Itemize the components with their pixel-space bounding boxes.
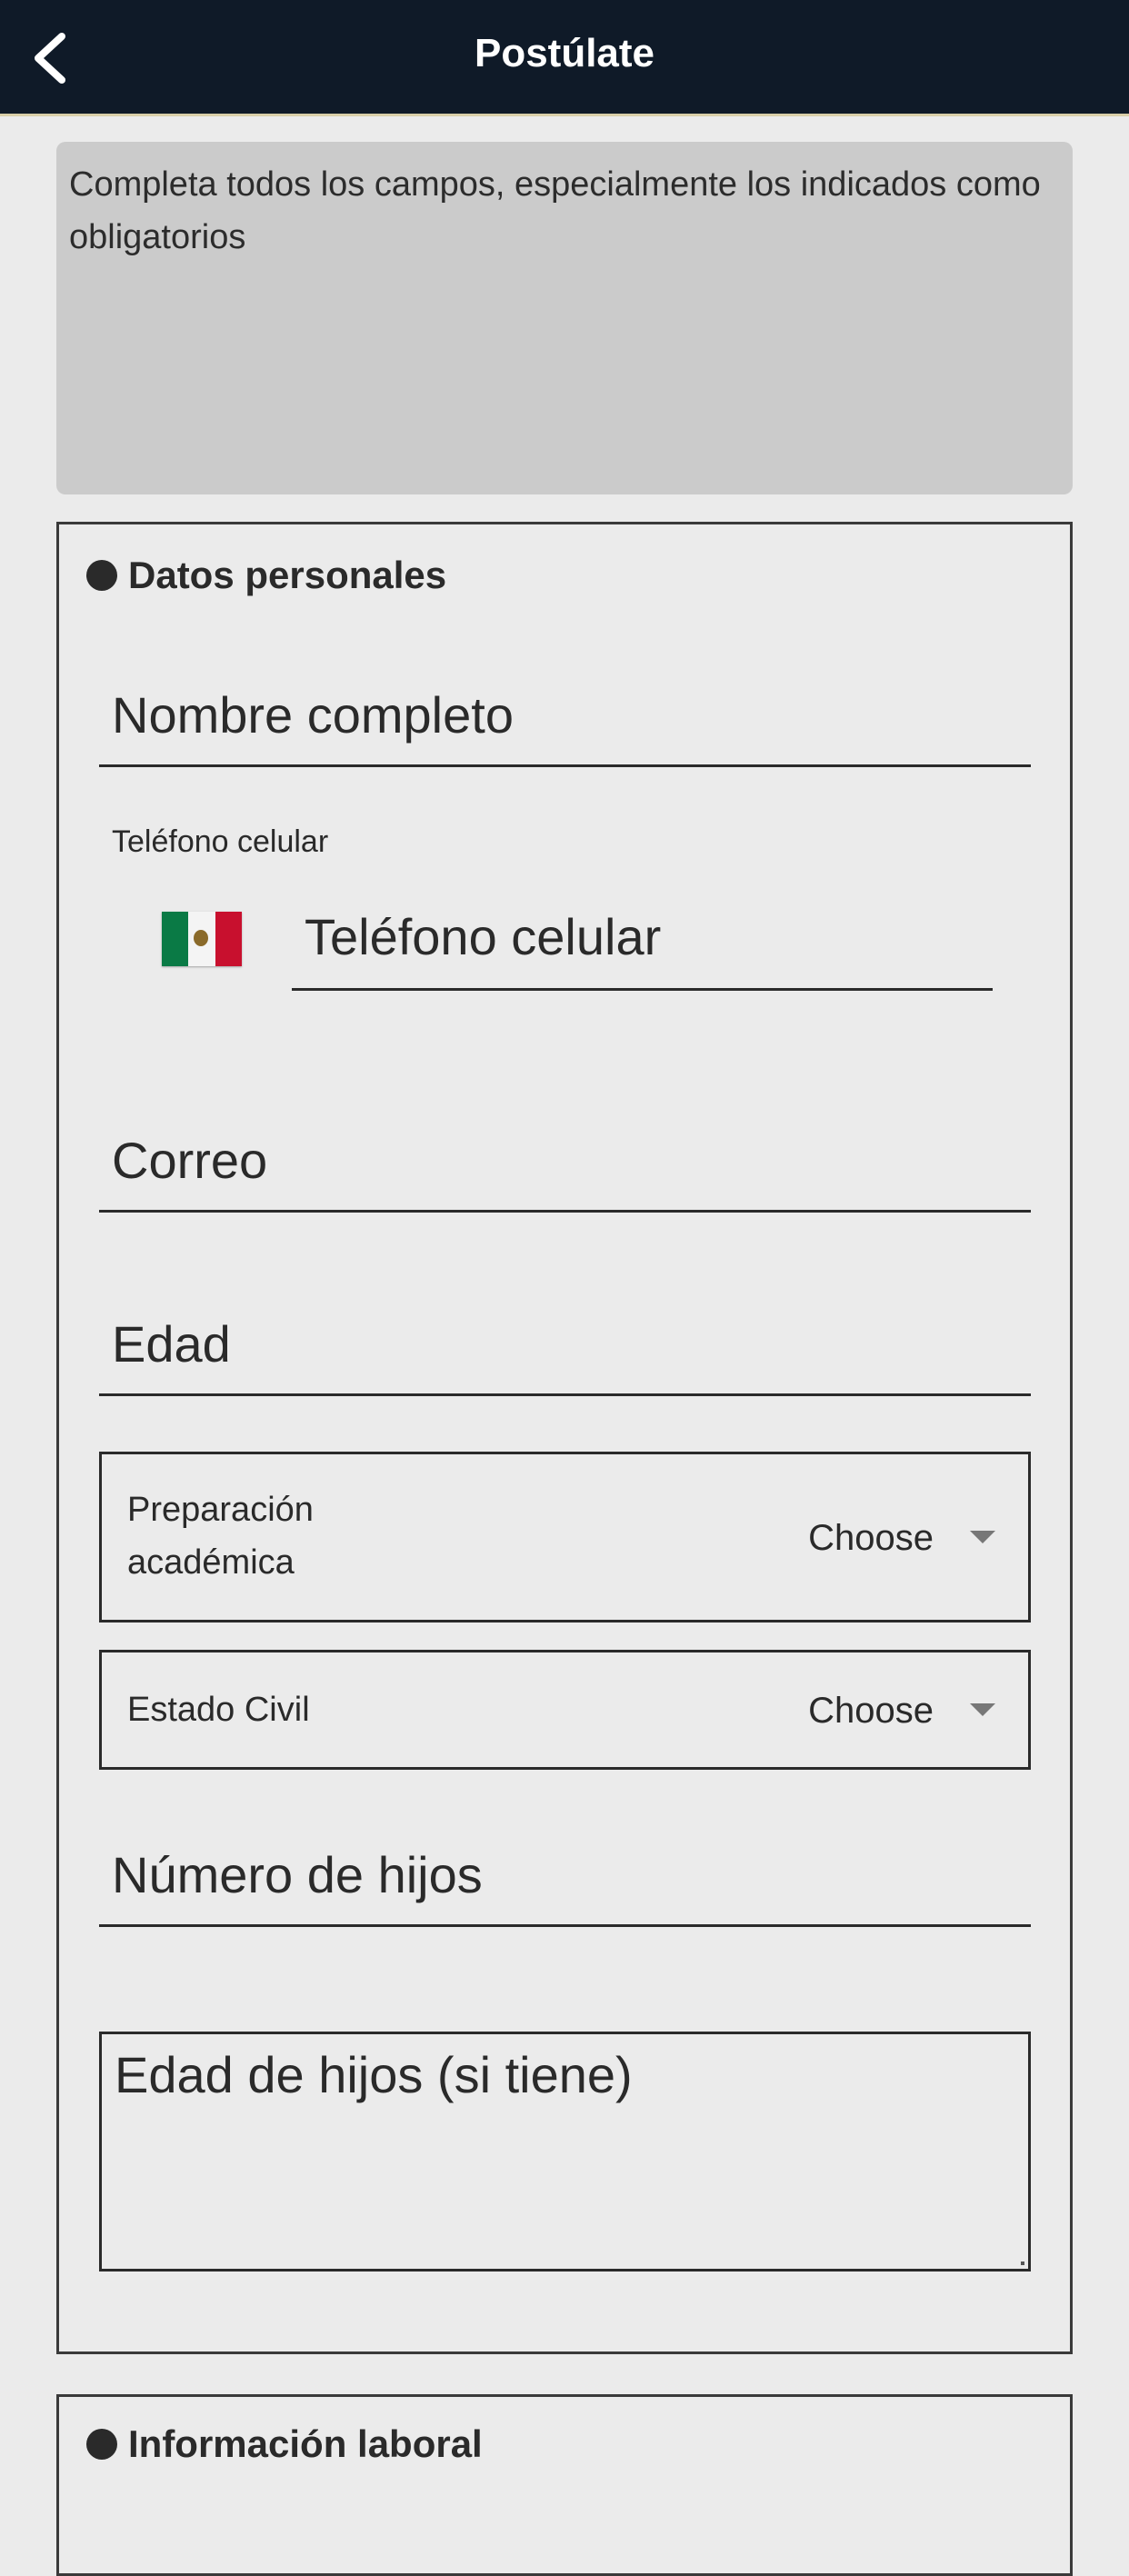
full-name-placeholder: Nombre completo	[112, 686, 514, 744]
page-title: Postúlate	[474, 31, 655, 75]
dropdown-caret-icon	[970, 1531, 995, 1543]
bullet-icon	[86, 2429, 117, 2460]
section-header: Información laboral	[86, 2422, 483, 2466]
age-placeholder: Edad	[112, 1315, 231, 1373]
email-input[interactable]: Correo	[99, 1128, 1031, 1213]
children-count-input[interactable]: Número de hijos	[99, 1842, 1031, 1927]
marital-status-value: Choose	[808, 1691, 934, 1731]
marital-status-select[interactable]: Estado Civil Choose	[99, 1650, 1031, 1770]
mexico-flag-icon[interactable]	[162, 912, 242, 966]
work-info-section: Información laboral	[56, 2394, 1073, 2576]
full-name-input[interactable]: Nombre completo	[99, 683, 1031, 767]
education-label: Preparación académica	[127, 1491, 314, 1582]
email-placeholder: Correo	[112, 1132, 268, 1189]
personal-data-section: Datos personales Nombre completo Teléfon…	[56, 522, 1073, 2354]
children-ages-placeholder: Edad de hijos (si tiene)	[115, 2046, 633, 2103]
education-value: Choose	[808, 1518, 934, 1558]
education-select[interactable]: Preparación académica Choose	[99, 1452, 1031, 1622]
marital-status-label: Estado Civil	[127, 1691, 310, 1729]
age-input[interactable]: Edad	[99, 1312, 1031, 1396]
phone-placeholder: Teléfono celular	[305, 908, 662, 965]
top-navigation-bar: Postúlate	[0, 0, 1129, 116]
section-title: Datos personales	[128, 554, 447, 596]
section-title: Información laboral	[128, 2422, 483, 2465]
phone-label: Teléfono celular	[112, 824, 329, 859]
bullet-icon	[86, 560, 117, 591]
children-ages-textarea[interactable]: Edad de hijos (si tiene)	[99, 2032, 1031, 2271]
children-count-placeholder: Número de hijos	[112, 1846, 483, 1903]
dropdown-caret-icon	[970, 1703, 995, 1716]
section-header: Datos personales	[86, 554, 446, 597]
resize-handle-icon[interactable]	[1021, 2261, 1024, 2265]
form-instructions: Completa todos los campos, especialmente…	[56, 142, 1073, 494]
phone-input[interactable]: Teléfono celular	[292, 888, 993, 991]
